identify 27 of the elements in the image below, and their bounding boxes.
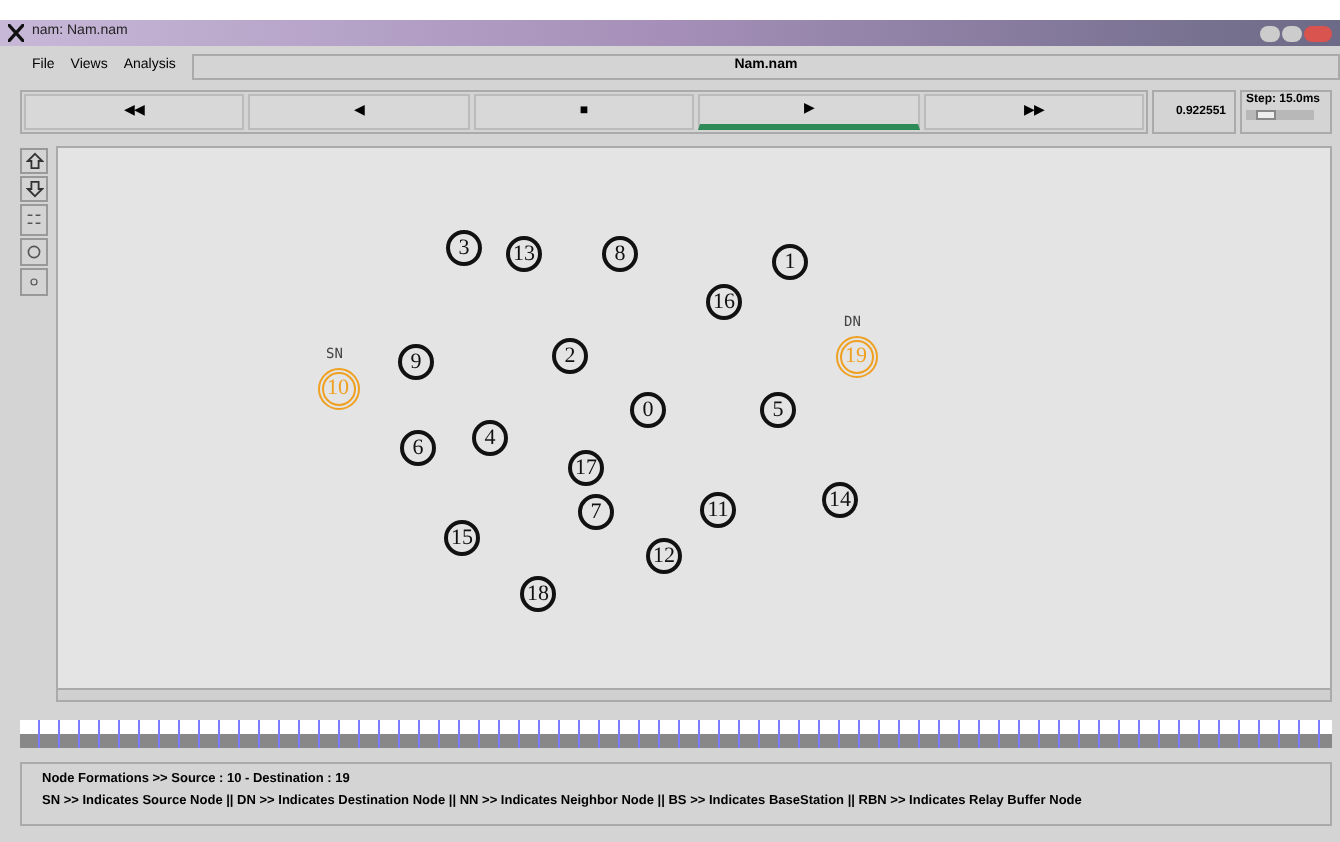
horizontal-scrollbar[interactable] <box>58 688 1330 700</box>
timeline-bar[interactable] <box>20 720 1332 748</box>
maximize-button[interactable] <box>1282 25 1302 41</box>
network-node: 3 <box>446 230 482 266</box>
network-node: 12 <box>646 538 682 574</box>
network-node: 14 <box>822 482 858 518</box>
network-node: 1 <box>772 244 808 280</box>
network-node: 17 <box>568 450 604 486</box>
network-node: 11 <box>700 492 736 528</box>
network-node: 5 <box>760 392 796 428</box>
minimize-button[interactable] <box>1260 25 1280 41</box>
network-node: 2 <box>552 338 588 374</box>
network-node: 15 <box>444 520 480 556</box>
network-node: 6 <box>400 430 436 466</box>
network-node: 13 <box>506 236 542 272</box>
network-node: 19 <box>835 335 877 377</box>
network-node: 16 <box>706 284 742 320</box>
network-node: 18 <box>520 576 556 612</box>
network-node: 0 <box>630 392 666 428</box>
step-slider[interactable] <box>1246 110 1314 120</box>
slider-thumb[interactable] <box>1256 110 1277 120</box>
network-node: 4 <box>472 420 508 456</box>
network-node: 10 <box>317 367 359 409</box>
network-node: 9 <box>398 344 434 380</box>
x-logo-icon <box>8 24 24 42</box>
network-node: 7 <box>578 494 614 530</box>
network-node: 8 <box>602 236 638 272</box>
